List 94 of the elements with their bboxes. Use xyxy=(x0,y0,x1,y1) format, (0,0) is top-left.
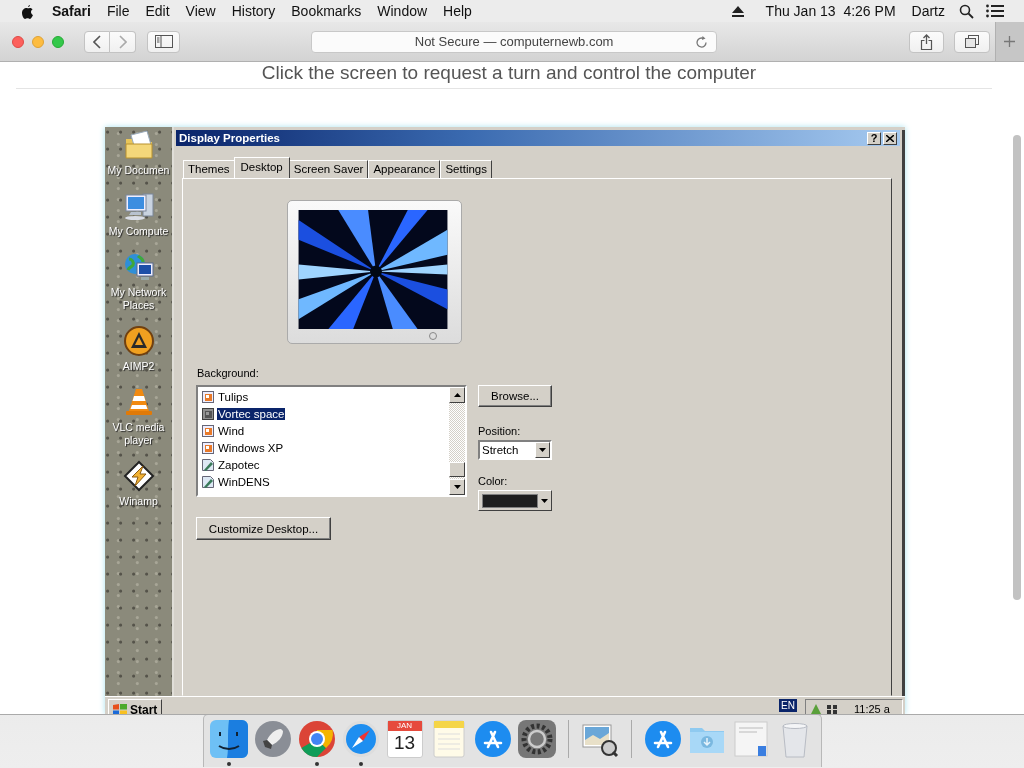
down-arrow-icon xyxy=(453,485,461,489)
documents-folder-icon[interactable] xyxy=(122,129,155,161)
list-item-label: Vortec space xyxy=(217,407,286,420)
list-item[interactable]: Tulips xyxy=(202,388,445,405)
tab[interactable]: Desktop xyxy=(233,157,290,178)
dropdown-button[interactable] xyxy=(535,442,550,458)
calendar-icon[interactable]: JAN 13 xyxy=(386,720,423,758)
close-icon xyxy=(886,134,894,142)
network-globe-icon[interactable] xyxy=(122,251,155,283)
dropdown-value: Stretch xyxy=(481,444,519,456)
menu-item[interactable]: View xyxy=(177,3,224,19)
tab[interactable]: Themes xyxy=(183,160,235,178)
tray-icon[interactable] xyxy=(826,703,838,714)
scroll-thumb[interactable] xyxy=(449,462,465,477)
position-dropdown[interactable]: Stretch xyxy=(478,440,552,460)
image-file-icon xyxy=(202,424,214,437)
list-item[interactable]: Windows XP xyxy=(202,439,445,456)
list-item-label: Tulips xyxy=(217,390,250,403)
menu-item[interactable]: Bookmarks xyxy=(283,3,370,19)
address-field[interactable]: Not Secure — computernewb.com xyxy=(311,30,717,53)
sidebar-button[interactable] xyxy=(147,30,181,53)
menu-item[interactable]: History xyxy=(223,3,284,19)
customize-desktop-button[interactable]: Customize Desktop... xyxy=(196,517,331,540)
sidebar-icon xyxy=(154,35,173,48)
list-item[interactable]: Wind xyxy=(202,422,445,439)
instruction-text: Click the screen to request a turn and control the computer xyxy=(260,62,758,84)
list-item-label: Windows XP xyxy=(217,441,285,454)
compass-icon[interactable] xyxy=(341,720,380,758)
computer-icon[interactable] xyxy=(122,190,155,222)
down-arrow-icon xyxy=(539,448,546,452)
address-text: Not Secure — computernewb.com xyxy=(414,34,614,49)
app-store-icon[interactable] xyxy=(643,720,682,758)
pen-file-icon xyxy=(202,475,214,488)
list-item-label: WinDENS xyxy=(217,475,271,488)
calendar-day: 13 xyxy=(393,731,416,755)
document-icon[interactable] xyxy=(731,720,770,758)
tab[interactable]: Appearance xyxy=(368,160,441,178)
tabs-button[interactable] xyxy=(954,30,990,53)
back-icon xyxy=(93,34,101,49)
reload-icon[interactable] xyxy=(694,35,708,49)
down-arrow-icon xyxy=(541,498,548,503)
color-swatch xyxy=(482,493,538,508)
calendar-month: JAN xyxy=(387,721,422,731)
apple-icon[interactable] xyxy=(20,3,34,19)
forward-icon xyxy=(118,34,127,49)
gear-icon[interactable] xyxy=(517,720,556,758)
pen-file-icon xyxy=(202,458,214,471)
background-label: Background: xyxy=(197,367,259,379)
menu-clock[interactable]: Thu Jan 13 4:26 PM xyxy=(757,3,904,19)
list-icon[interactable] xyxy=(986,4,1004,18)
finder-icon[interactable] xyxy=(209,720,248,758)
image-file-icon xyxy=(202,407,214,420)
chrome-icon[interactable] xyxy=(297,720,336,758)
share-button[interactable] xyxy=(908,30,945,53)
windows-flag-icon xyxy=(113,704,127,714)
position-label: Position: xyxy=(478,425,522,437)
user-name[interactable]: Dartz xyxy=(903,3,953,19)
eject-icon[interactable] xyxy=(731,5,744,17)
tabs-icon xyxy=(964,35,979,48)
list-item[interactable]: Zapotec xyxy=(202,456,445,473)
list-item-label: Wind xyxy=(217,424,246,437)
image-file-icon xyxy=(202,441,214,454)
menu-item[interactable]: File xyxy=(98,3,138,19)
scroll-down-button[interactable] xyxy=(449,479,465,495)
up-arrow-icon xyxy=(453,393,461,397)
menu-item[interactable]: Help xyxy=(435,3,480,19)
search-icon[interactable] xyxy=(959,3,974,19)
help-button[interactable]: ? xyxy=(867,131,881,145)
share-icon xyxy=(920,33,933,50)
plus-icon xyxy=(1004,36,1016,47)
app-store-icon[interactable] xyxy=(473,720,512,758)
aimp-icon[interactable] xyxy=(122,325,155,357)
list-item[interactable]: WinDENS xyxy=(202,473,445,490)
background-list[interactable]: Tulips Vortec space Wind Windows XP Zapotec WinDENS xyxy=(196,385,467,497)
window-title: Display Properties xyxy=(179,132,280,144)
tab[interactable]: Settings xyxy=(440,160,492,178)
start-button[interactable]: Start xyxy=(108,699,163,714)
image-file-icon xyxy=(202,390,214,403)
scroll-up-button[interactable] xyxy=(449,387,465,403)
menu-item[interactable]: Edit xyxy=(137,3,178,19)
tab[interactable]: Screen Saver xyxy=(288,160,369,178)
start-label: Start xyxy=(130,703,158,714)
rocket-icon[interactable] xyxy=(253,720,292,758)
list-item-label: Zapotec xyxy=(217,458,261,471)
back-button[interactable] xyxy=(84,30,110,53)
color-label: Color: xyxy=(478,475,509,487)
language-indicator[interactable]: EN xyxy=(779,699,797,712)
color-picker-button[interactable] xyxy=(478,490,552,511)
lightning-icon[interactable] xyxy=(122,460,155,492)
browse-button[interactable]: Browse... xyxy=(478,385,552,407)
taskbar-clock: 11:25 a xyxy=(854,703,890,714)
app-menu[interactable]: Safari xyxy=(44,3,99,19)
menu-item[interactable]: Window xyxy=(369,3,436,19)
list-item[interactable]: Vortec space xyxy=(202,405,445,422)
